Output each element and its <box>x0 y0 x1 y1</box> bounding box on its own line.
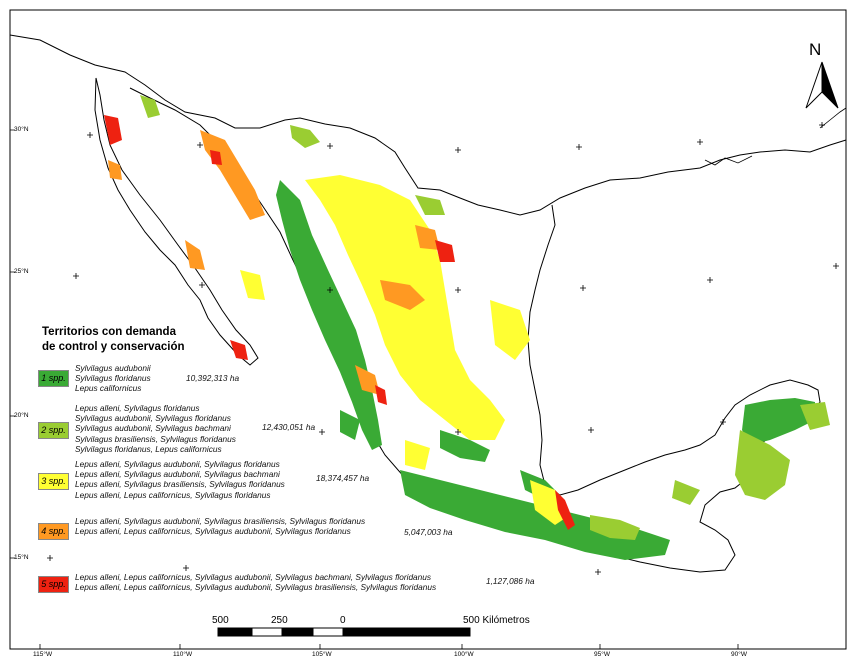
lon-label-90: 90°W <box>731 651 747 658</box>
lat-label-25: 25°N <box>14 268 29 275</box>
legend-area-5: 1,127,086 ha <box>486 576 535 586</box>
legend-title-line1: Territorios con demanda <box>42 326 176 338</box>
legend-swatch-4: 4 spp. <box>38 523 69 540</box>
legend-title-line2: de control y conservación <box>42 341 185 353</box>
gulf-coast-detail <box>704 107 847 166</box>
lat-label-15: 15°N <box>14 554 29 561</box>
lon-label-95: 95°W <box>594 651 610 658</box>
legend-species-1: Sylvilagus audubonii Sylvilagus floridan… <box>75 363 151 394</box>
legend-area-4: 5,047,003 ha <box>404 527 453 537</box>
legend-area-3: 18,374,457 ha <box>316 473 370 483</box>
legend-swatch-1: 1 spp. <box>38 370 69 387</box>
scale-bar <box>217 627 471 637</box>
lon-label-115: 115°W <box>33 651 53 658</box>
north-arrow-icon <box>805 61 839 109</box>
lat-label-30: 30°N <box>14 126 29 133</box>
legend-species-4: Lepus alleni, Sylvilagus audubonii, Sylv… <box>75 516 366 537</box>
legend-swatch-2: 2 spp. <box>38 422 69 439</box>
legend-species-3: Lepus alleni, Sylvilagus audubonii, Sylv… <box>75 459 285 500</box>
legend-area-1: 10,392,313 ha <box>186 373 240 383</box>
baja-california-outline <box>94 77 259 366</box>
lon-label-110: 110°W <box>173 651 193 658</box>
legend-species-5: Lepus alleni, Lepus californicus, Sylvil… <box>75 572 437 593</box>
north-label: N <box>809 40 822 59</box>
lon-label-105: 105°W <box>312 651 332 658</box>
lon-label-100: 100°W <box>454 651 474 658</box>
map-legend: Territorios con demanda de control y con… <box>38 325 558 625</box>
legend-species-2: Lepus alleni, Sylvilagus floridanus Sylv… <box>75 403 236 454</box>
lat-label-20: 20°N <box>14 412 29 419</box>
map-frame: N 30°N 25°N 20°N 15°N 115°W 110°W 105°W … <box>0 0 857 662</box>
legend-swatch-5: 5 spp. <box>38 576 69 593</box>
legend-swatch-3: 3 spp. <box>38 473 69 490</box>
legend-area-2: 12,430,051 ha <box>262 422 316 432</box>
